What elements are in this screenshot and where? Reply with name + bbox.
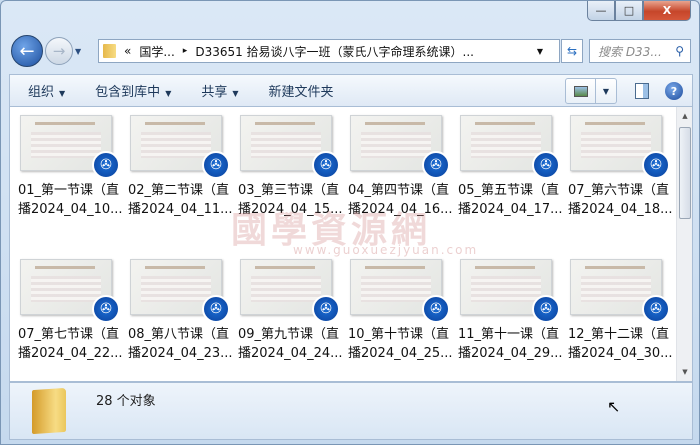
video-player-icon: ✇ <box>642 151 670 179</box>
file-name: 04_第四节课（直 播2024_04_16... <box>348 183 453 217</box>
video-player-icon: ✇ <box>422 151 450 179</box>
view-dropdown[interactable]: ▼ <box>596 79 616 103</box>
file-name: 12_第十二课（直 播2024_04_30... <box>568 327 673 361</box>
search-input[interactable]: 搜索 D33... ⚲ <box>589 39 691 63</box>
file-name: 03_第三节课（直 播2024_04_15... <box>238 183 343 217</box>
new-folder-button[interactable]: 新建文件夹 <box>269 81 334 100</box>
organize-label: 组织 <box>28 85 55 100</box>
close-button[interactable]: X <box>643 1 691 21</box>
minimize-button[interactable]: — <box>587 1 615 21</box>
video-player-icon: ✇ <box>202 151 230 179</box>
file-name: 02_第二节课（直 播2024_04_11... <box>128 183 233 217</box>
scroll-down-button[interactable]: ▼ <box>679 365 691 379</box>
file-item[interactable]: ✇ 05_第五节课（直 播2024_04_17... <box>458 115 564 219</box>
include-library-label: 包含到库中 <box>95 85 161 100</box>
recent-pages-dropdown[interactable]: ▼ <box>75 47 81 56</box>
refresh-button[interactable]: ⇆ <box>561 39 583 63</box>
video-player-icon: ✇ <box>92 151 120 179</box>
video-player-icon: ✇ <box>532 295 560 323</box>
file-name: 10_第十节课（直 播2024_04_25... <box>348 327 453 361</box>
search-icon[interactable]: ⚲ <box>675 44 684 58</box>
breadcrumb-item[interactable]: D33651 拾易谈八字一班（蒙氏八字命理系统课）... <box>195 43 474 60</box>
explorer-window: — □ X ← → ▼ « 国学... ▸ D33651 拾易谈八字一班（蒙氏八… <box>0 0 700 445</box>
breadcrumb-item[interactable]: 国学... <box>139 43 174 60</box>
folder-icon <box>103 44 116 58</box>
window-controls: — □ X <box>587 1 691 21</box>
maximize-button[interactable]: □ <box>615 1 643 21</box>
video-player-icon: ✇ <box>312 295 340 323</box>
share-label: 共享 <box>201 85 228 100</box>
include-library-button[interactable]: 包含到库中 ▼ <box>95 81 171 100</box>
file-name: 07_第七节课（直 播2024_04_22... <box>18 327 123 361</box>
file-item[interactable]: ✇ 08_第八节课（直 播2024_04_23... <box>128 259 234 363</box>
file-item[interactable]: ✇ 04_第四节课（直 播2024_04_16... <box>348 115 454 219</box>
file-name: 11_第十一课（直 播2024_04_29... <box>458 327 563 361</box>
scrollbar-thumb[interactable] <box>679 127 691 219</box>
file-name: 08_第八节课（直 播2024_04_23... <box>128 327 233 361</box>
search-placeholder: 搜索 D33... <box>598 44 662 59</box>
view-icon[interactable] <box>566 79 596 103</box>
file-item[interactable]: ✇ 03_第三节课（直 播2024_04_15... <box>238 115 344 219</box>
file-item[interactable]: ✇ 09_第九节课（直 播2024_04_24... <box>238 259 344 363</box>
back-button[interactable]: ← <box>11 35 43 67</box>
video-player-icon: ✇ <box>642 295 670 323</box>
file-item[interactable]: ✇ 07_第六节课（直 播2024_04_18... <box>568 115 674 219</box>
file-item[interactable]: ✇ 12_第十二课（直 播2024_04_30... <box>568 259 674 363</box>
details-pane: 28 个对象 <box>9 382 693 440</box>
file-name: 05_第五节课（直 播2024_04_17... <box>458 183 563 217</box>
share-button[interactable]: 共享 ▼ <box>201 81 238 100</box>
file-grid: ✇ 01_第一节课（直 播2024_04_10... ✇ 02_第二节课（直 播2024_… <box>18 115 678 363</box>
help-icon[interactable]: ? <box>665 82 683 100</box>
view-button[interactable]: ▼ <box>565 78 617 104</box>
scroll-up-button[interactable]: ▲ <box>679 109 691 123</box>
video-player-icon: ✇ <box>422 295 450 323</box>
address-dropdown[interactable]: ▼ <box>537 47 543 56</box>
address-bar[interactable]: « 国学... ▸ D33651 拾易谈八字一班（蒙氏八字命理系统课）... ▼ <box>98 39 560 63</box>
video-player-icon: ✇ <box>312 151 340 179</box>
file-item[interactable]: ✇ 02_第二节课（直 播2024_04_11... <box>128 115 234 219</box>
mouse-cursor-icon: ↖ <box>607 397 621 416</box>
address-prefix[interactable]: « <box>124 44 131 58</box>
preview-pane-icon[interactable] <box>635 83 649 99</box>
navigation: ← → ▼ <box>11 35 81 67</box>
item-count: 28 个对象 <box>96 394 156 409</box>
video-player-icon: ✇ <box>532 151 560 179</box>
file-item[interactable]: ✇ 07_第七节课（直 播2024_04_22... <box>18 259 124 363</box>
file-item[interactable]: ✇ 01_第一节课（直 播2024_04_10... <box>18 115 124 219</box>
organize-button[interactable]: 组织 ▼ <box>28 81 65 100</box>
forward-button[interactable]: → <box>45 37 73 65</box>
file-name: 09_第九节课（直 播2024_04_24... <box>238 327 343 361</box>
file-item[interactable]: ✇ 11_第十一课（直 播2024_04_29... <box>458 259 564 363</box>
video-player-icon: ✇ <box>202 295 230 323</box>
vertical-scrollbar[interactable]: ▲ ▼ <box>676 107 692 381</box>
file-name: 01_第一节课（直 播2024_04_10... <box>18 183 123 217</box>
file-name: 07_第六节课（直 播2024_04_18... <box>568 183 673 217</box>
breadcrumb-separator[interactable]: ▸ <box>183 46 188 56</box>
watermark-url: www.guoxuezjyuan.com <box>293 243 479 257</box>
folder-icon <box>32 387 66 435</box>
toolbar: 组织 ▼ 包含到库中 ▼ 共享 ▼ 新建文件夹 ▼ ? <box>9 74 693 106</box>
file-item[interactable]: ✇ 10_第十节课（直 播2024_04_25... <box>348 259 454 363</box>
video-player-icon: ✇ <box>92 295 120 323</box>
